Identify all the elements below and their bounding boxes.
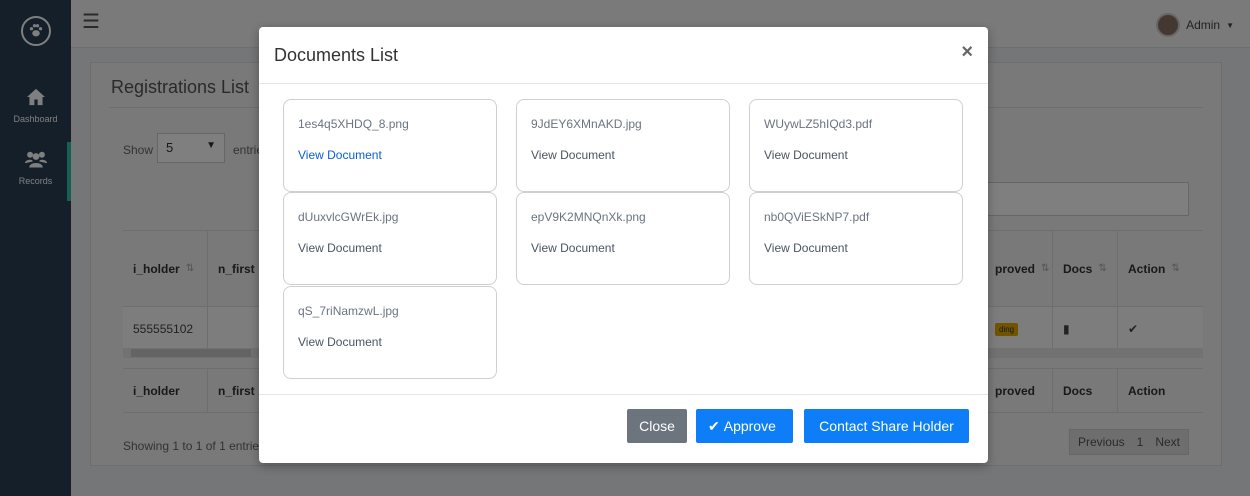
- approve-button[interactable]: ✔ Approve: [696, 409, 793, 443]
- view-document-link[interactable]: View Document: [298, 148, 382, 162]
- document-name: 1es4q5XHDQ_8.png: [298, 117, 409, 131]
- document-card: nb0QViESkNP7.pdf View Document: [749, 192, 963, 285]
- document-card: 1es4q5XHDQ_8.png View Document: [283, 99, 497, 192]
- documents-modal: Documents List × 1es4q5XHDQ_8.png View D…: [259, 27, 988, 463]
- contact-share-holder-button[interactable]: Contact Share Holder: [804, 409, 969, 443]
- document-card: 9JdEY6XMnAKD.jpg View Document: [516, 99, 730, 192]
- view-document-link[interactable]: View Document: [531, 148, 615, 162]
- document-name: qS_7riNamzwL.jpg: [298, 304, 399, 318]
- modal-header: Documents List ×: [259, 27, 988, 84]
- document-card: dUuxvlcGWrEk.jpg View Document: [283, 192, 497, 285]
- close-button[interactable]: Close: [627, 409, 687, 443]
- approve-label: Approve: [723, 418, 776, 434]
- document-name: 9JdEY6XMnAKD.jpg: [531, 117, 642, 131]
- view-document-link[interactable]: View Document: [298, 335, 382, 349]
- close-icon[interactable]: ×: [961, 41, 973, 64]
- view-document-link[interactable]: View Document: [764, 148, 848, 162]
- document-card: WUywLZ5hIQd3.pdf View Document: [749, 99, 963, 192]
- document-name: epV9K2MNQnXk.png: [531, 210, 646, 224]
- document-card: qS_7riNamzwL.jpg View Document: [283, 286, 497, 379]
- view-document-link[interactable]: View Document: [531, 241, 615, 255]
- document-card: epV9K2MNQnXk.png View Document: [516, 192, 730, 285]
- modal-footer: Close ✔ Approve Contact Share Holder: [259, 394, 988, 463]
- check-icon: ✔: [708, 417, 720, 434]
- document-name: WUywLZ5hIQd3.pdf: [764, 117, 873, 131]
- document-name: nb0QViESkNP7.pdf: [764, 210, 870, 224]
- view-document-link[interactable]: View Document: [764, 241, 848, 255]
- modal-title: Documents List: [274, 45, 399, 65]
- document-name: dUuxvlcGWrEk.jpg: [298, 210, 399, 224]
- view-document-link[interactable]: View Document: [298, 241, 382, 255]
